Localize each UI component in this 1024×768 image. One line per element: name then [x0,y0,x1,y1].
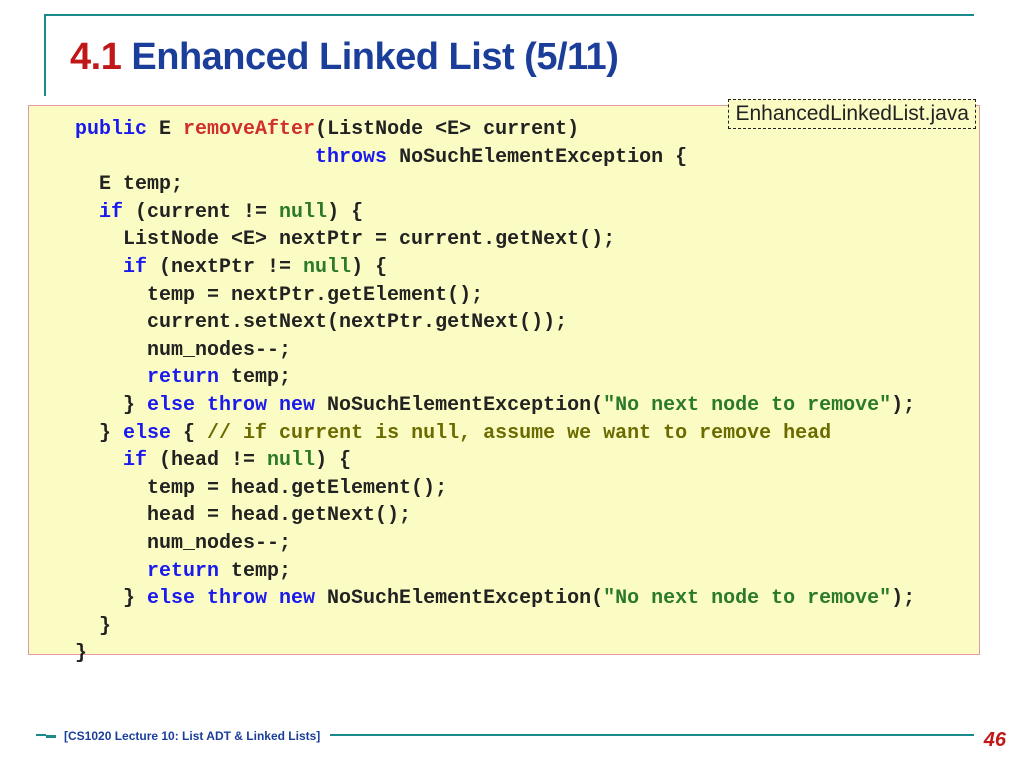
footer-bullet-icon [46,735,56,738]
top-rule [44,14,974,16]
code-box: public E removeAfter(ListNode <E> curren… [28,105,980,655]
filename-badge: EnhancedLinkedList.java [728,99,976,129]
slide-title: 4.1 Enhanced Linked List (5/11) [70,36,618,79]
code-listing: public E removeAfter(ListNode <E> curren… [51,116,957,668]
footer: [CS1020 Lecture 10: List ADT & Linked Li… [46,729,330,743]
section-number: 4.1 [70,36,121,78]
page-number: 46 [976,729,1006,752]
title-text: Enhanced Linked List (5/11) [121,36,618,78]
footer-text: [CS1020 Lecture 10: List ADT & Linked Li… [64,729,320,743]
left-rule [44,14,46,96]
